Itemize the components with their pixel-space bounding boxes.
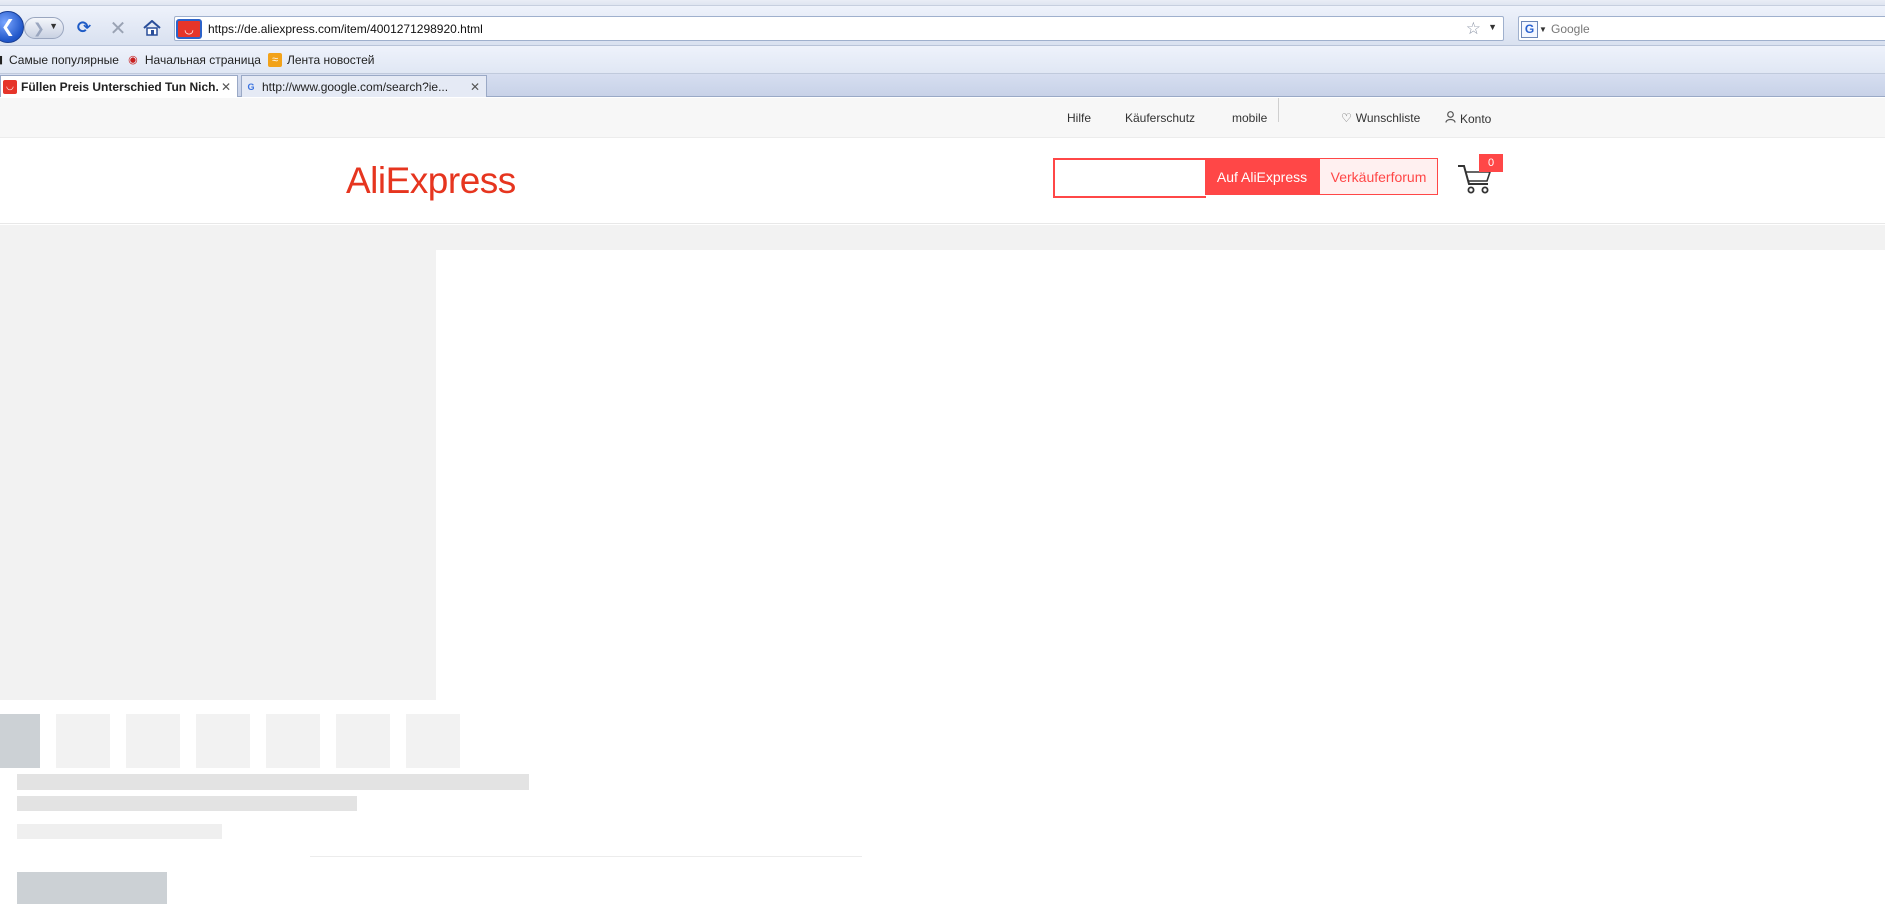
aliexpress-logo[interactable]: AliExpress xyxy=(346,160,516,202)
history-dropdown-icon[interactable]: ▼ xyxy=(49,21,58,31)
search-placeholder[interactable]: Google xyxy=(1551,22,1590,36)
aliexpress-favicon-icon: ◡ xyxy=(176,19,202,39)
aliexpress-favicon-icon: ◡ xyxy=(3,79,17,94)
title-placeholder xyxy=(17,774,529,790)
tab-label: Füllen Preis Unterschied Tun Nich... xyxy=(21,79,218,94)
bookmark-start-page[interactable]: ◉ Начальная страница xyxy=(126,53,261,67)
thumbnail-placeholder[interactable] xyxy=(126,714,180,768)
user-icon xyxy=(1445,111,1456,126)
link-kauferschutz[interactable]: Käuferschutz xyxy=(1125,111,1195,125)
thumbnail-placeholder[interactable] xyxy=(406,714,460,768)
link-konto[interactable]: Konto xyxy=(1445,111,1491,126)
thumbnail-placeholder[interactable] xyxy=(196,714,250,768)
reload-icon[interactable]: ⟳ xyxy=(73,17,95,39)
divider xyxy=(1278,98,1279,122)
bookmark-label: Самые популярные xyxy=(9,52,119,67)
browser-search-box[interactable]: G ▼ Google xyxy=(1518,16,1885,41)
close-tab-icon[interactable]: ✕ xyxy=(218,80,234,94)
rss-icon: ≈ xyxy=(267,52,282,67)
bookmark-most-visited[interactable]: ▮ Самые популярные xyxy=(0,53,119,67)
loading-bar xyxy=(0,225,1885,250)
page-icon: ▮ xyxy=(0,53,4,67)
link-mobile[interactable]: mobile xyxy=(1232,111,1267,125)
search-aliexpress-button[interactable]: Auf AliExpress xyxy=(1205,158,1319,195)
page-content: Hilfe Käuferschutz mobile ♡ Wunschliste … xyxy=(0,98,1885,916)
tab-strip: ◡ Füllen Preis Unterschied Tun Nich... ✕… xyxy=(0,74,1885,97)
tab-label: http://www.google.com/search?ie... xyxy=(262,79,449,94)
product-image-placeholder xyxy=(0,250,436,700)
back-arrow-icon[interactable]: ❮ xyxy=(0,11,24,43)
home-icon[interactable] xyxy=(141,17,163,39)
thumbnail-placeholder[interactable] xyxy=(0,714,40,768)
bookmark-label: Лента новостей xyxy=(286,52,375,67)
home-page-icon: ◉ xyxy=(128,54,138,66)
site-header: AliExpress Auf AliExpress Verkäuferforum… xyxy=(0,138,1885,224)
bookmark-news-feed[interactable]: ≈ Лента новостей xyxy=(267,52,375,67)
seller-forum-button[interactable]: Verkäuferforum xyxy=(1319,158,1438,195)
close-tab-icon[interactable]: ✕ xyxy=(467,80,483,94)
heart-icon: ♡ xyxy=(1341,111,1352,125)
browser-navigation-bar: ❮ ❯ ▼ ⟳ ✕ ◡ https://de.aliexpress.com/ite… xyxy=(0,6,1885,46)
google-favicon-icon: G xyxy=(247,81,255,92)
action-button-placeholder xyxy=(17,872,167,904)
tab-google[interactable]: G http://www.google.com/search?ie... ✕ xyxy=(241,75,487,97)
address-bar[interactable]: ◡ https://de.aliexpress.com/item/4001271… xyxy=(174,16,1504,41)
thumbnail-placeholder[interactable] xyxy=(336,714,390,768)
google-engine-icon[interactable]: G ▼ xyxy=(1521,20,1547,38)
bookmark-star-icon[interactable]: ☆ xyxy=(1466,19,1481,39)
bookmark-label: Начальная страница xyxy=(144,52,261,67)
top-utility-bar: Hilfe Käuferschutz mobile ♡ Wunschliste … xyxy=(0,98,1885,138)
divider xyxy=(310,856,862,857)
wunschliste-label: Wunschliste xyxy=(1355,111,1421,125)
search-input[interactable] xyxy=(1053,158,1206,198)
link-wunschliste[interactable]: ♡ Wunschliste xyxy=(1341,111,1420,125)
price-placeholder xyxy=(17,824,222,839)
address-url[interactable]: https://de.aliexpress.com/item/400127129… xyxy=(208,22,483,36)
forward-arrow-icon[interactable]: ❯ ▼ xyxy=(24,17,64,39)
thumbnail-placeholder[interactable] xyxy=(266,714,320,768)
thumbnail-placeholder[interactable] xyxy=(56,714,110,768)
stop-icon[interactable]: ✕ xyxy=(107,17,129,40)
cart-count-badge: 0 xyxy=(1479,154,1503,172)
subtitle-placeholder xyxy=(17,796,357,811)
url-dropdown-icon[interactable]: ▼ xyxy=(1488,22,1497,32)
bookmarks-toolbar: ▮ Самые популярные ◉ Начальная страница … xyxy=(0,46,1885,74)
konto-label: Konto xyxy=(1460,111,1492,126)
link-hilfe[interactable]: Hilfe xyxy=(1067,111,1091,125)
tab-aliexpress[interactable]: ◡ Füllen Preis Unterschied Tun Nich... ✕ xyxy=(0,75,238,97)
